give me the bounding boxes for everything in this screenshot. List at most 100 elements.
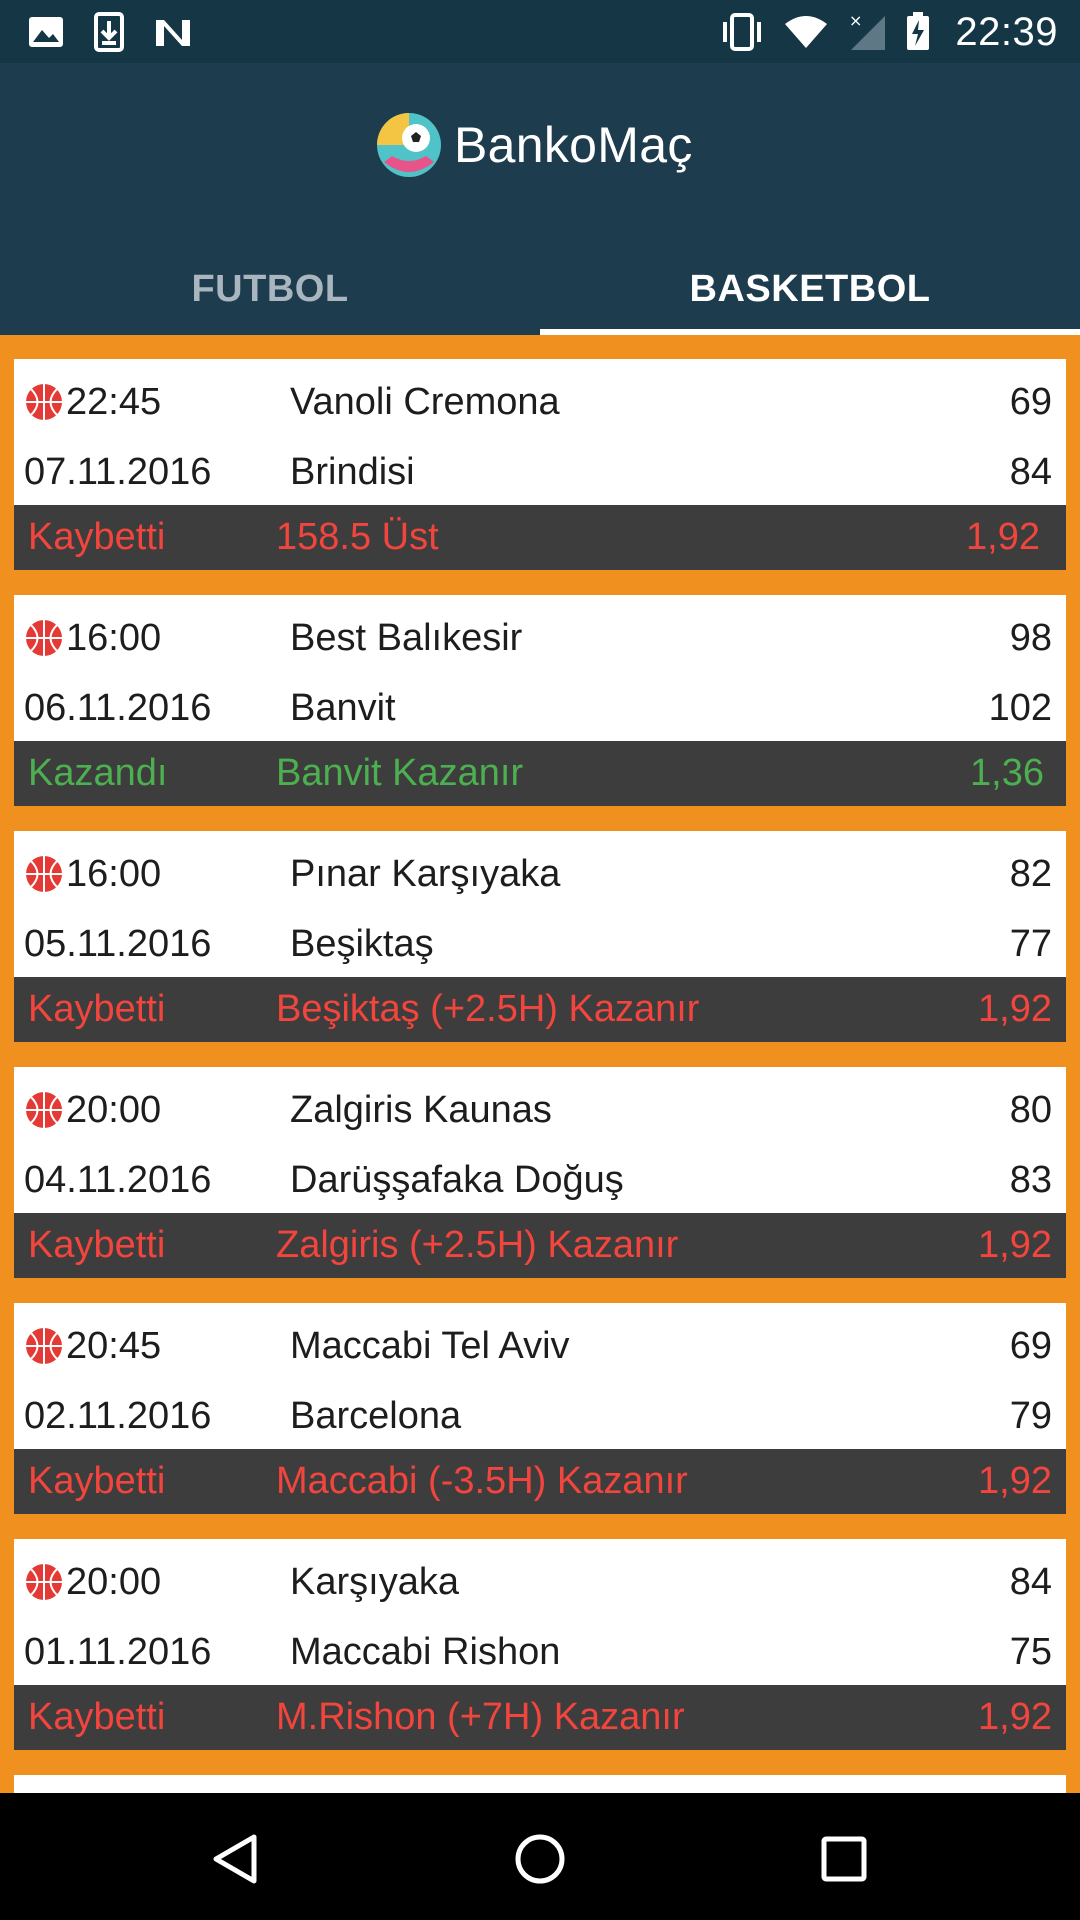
result-status: Kaybetti: [28, 1224, 166, 1266]
match-time-text: 20:00: [66, 1088, 162, 1131]
result-status: Kazandı: [28, 752, 168, 794]
battery-charging-icon: [907, 12, 930, 50]
match-card-partial[interactable]: [14, 1775, 1066, 1793]
match-date: 07.11.2016: [24, 450, 212, 493]
result-bar: Kaybetti 158.5 Üst 1,92: [14, 505, 1066, 570]
home-score: 69: [1009, 1324, 1052, 1367]
result-bar: Kaybetti M.Rishon (+7H) Kazanır 1,92: [14, 1685, 1066, 1750]
home-score: 98: [1009, 616, 1052, 659]
status-time: 22:39: [955, 9, 1058, 54]
tab-basketbol-label: BASKETBOL: [689, 268, 931, 310]
prediction: Maccabi (-3.5H) Kazanır: [276, 1460, 688, 1502]
result-status: Kaybetti: [28, 1460, 166, 1502]
match-date: 02.11.2016: [24, 1394, 212, 1437]
match-card[interactable]: 22:45 Vanoli Cremona 69 07.11.2016 Brind…: [14, 359, 1066, 570]
away-team: Barcelona: [290, 1394, 462, 1437]
match-card[interactable]: 16:00 Best Balıkesir 98 06.11.2016 Banvi…: [14, 595, 1066, 806]
home-team: Vanoli Cremona: [290, 380, 560, 423]
match-date: 06.11.2016: [24, 686, 212, 729]
match-time: 22:45: [24, 367, 161, 437]
tab-futbol-label: FUTBOL: [191, 268, 349, 310]
download-icon: [94, 12, 124, 52]
app-brand: BankoMaç: [376, 103, 693, 187]
home-button[interactable]: [500, 1819, 580, 1899]
match-list[interactable]: 22:45 Vanoli Cremona 69 07.11.2016 Brind…: [0, 335, 1080, 1793]
match-card[interactable]: 20:45 Maccabi Tel Aviv 69 02.11.2016 Bar…: [14, 1303, 1066, 1514]
match-date: 01.11.2016: [24, 1630, 212, 1673]
result-status: Kaybetti: [28, 1696, 166, 1738]
home-team: Zalgiris Kaunas: [290, 1088, 552, 1131]
away-score: 75: [1009, 1630, 1052, 1673]
odds: 1,92: [978, 1460, 1052, 1502]
n-logo-icon: [156, 20, 190, 46]
away-score: 79: [1009, 1394, 1052, 1437]
match-time-text: 16:00: [66, 616, 162, 659]
away-team: Maccabi Rishon: [290, 1630, 561, 1673]
recents-icon: [821, 1836, 867, 1882]
match-date: 04.11.2016: [24, 1158, 212, 1201]
basketball-icon: [26, 1328, 62, 1364]
away-team: Darüşşafaka Doğuş: [290, 1158, 624, 1201]
prediction: Banvit Kazanır: [276, 752, 524, 794]
match-card[interactable]: 20:00 Zalgiris Kaunas 80 04.11.2016 Darü…: [14, 1067, 1066, 1278]
match-time: 20:45: [24, 1311, 161, 1381]
match-time: 16:00: [24, 603, 161, 673]
prediction: Beşiktaş (+2.5H) Kazanır: [276, 988, 700, 1030]
home-score: 82: [1009, 852, 1052, 895]
result-status: Kaybetti: [28, 516, 166, 558]
navigation-bar: [0, 1793, 1080, 1920]
away-score: 77: [1009, 922, 1052, 965]
basketball-icon: [26, 856, 62, 892]
odds: 1,36: [970, 752, 1044, 794]
tab-futbol[interactable]: FUTBOL: [0, 238, 540, 335]
image-icon: [29, 17, 63, 47]
away-team: Brindisi: [290, 450, 415, 493]
match-time-text: 16:00: [66, 852, 162, 895]
match-date: 05.11.2016: [24, 922, 212, 965]
odds: 1,92: [978, 988, 1052, 1030]
home-icon: [515, 1834, 565, 1884]
prediction: Zalgiris (+2.5H) Kazanır: [276, 1224, 679, 1266]
away-score: 102: [988, 686, 1052, 729]
recents-button[interactable]: [804, 1819, 884, 1899]
vibrate-icon: [723, 13, 762, 51]
match-time: 20:00: [24, 1547, 161, 1617]
home-team: Karşıyaka: [290, 1560, 459, 1603]
match-card[interactable]: 20:00 Karşıyaka 84 01.11.2016 Maccabi Ri…: [14, 1539, 1066, 1750]
basketball-icon: [26, 620, 62, 656]
home-team: Best Balıkesir: [290, 616, 523, 659]
back-button[interactable]: [196, 1819, 276, 1899]
away-team: Banvit: [290, 686, 396, 729]
back-icon: [213, 1834, 257, 1884]
status-bar: × 22:39: [0, 0, 1080, 63]
tab-basketbol[interactable]: BASKETBOL: [540, 238, 1080, 335]
home-score: 84: [1009, 1560, 1052, 1603]
app-bar: BankoMaç FUTBOL BASKETBOL: [0, 63, 1080, 335]
svg-text:×: ×: [849, 12, 862, 30]
sport-tabs: FUTBOL BASKETBOL: [0, 238, 1080, 335]
home-score: 80: [1009, 1088, 1052, 1131]
away-score: 84: [1009, 450, 1052, 493]
match-time: 16:00: [24, 839, 161, 909]
app-title: BankoMaç: [454, 117, 693, 173]
result-bar: Kaybetti Beşiktaş (+2.5H) Kazanır 1,92: [14, 977, 1066, 1042]
result-bar: Kazandı Banvit Kazanır 1,36: [14, 741, 1066, 806]
match-time-text: 20:00: [66, 1560, 162, 1603]
basketball-icon: [26, 384, 62, 420]
odds: 1,92: [966, 516, 1040, 558]
prediction: 158.5 Üst: [276, 516, 439, 558]
match-time-text: 20:45: [66, 1324, 162, 1367]
home-score: 69: [1009, 380, 1052, 423]
result-bar: Kaybetti Zalgiris (+2.5H) Kazanır 1,92: [14, 1213, 1066, 1278]
basketball-icon: [26, 1092, 62, 1128]
away-score: 83: [1009, 1158, 1052, 1201]
prediction: M.Rishon (+7H) Kazanır: [276, 1696, 685, 1738]
basketball-icon: [26, 1564, 62, 1600]
signal-icon: ×: [849, 12, 886, 50]
match-card[interactable]: 16:00 Pınar Karşıyaka 82 05.11.2016 Beşi…: [14, 831, 1066, 1042]
match-time: 20:00: [24, 1075, 161, 1145]
wifi-icon: [785, 16, 828, 48]
home-team: Maccabi Tel Aviv: [290, 1324, 570, 1367]
result-status: Kaybetti: [28, 988, 166, 1030]
odds: 1,92: [978, 1224, 1052, 1266]
